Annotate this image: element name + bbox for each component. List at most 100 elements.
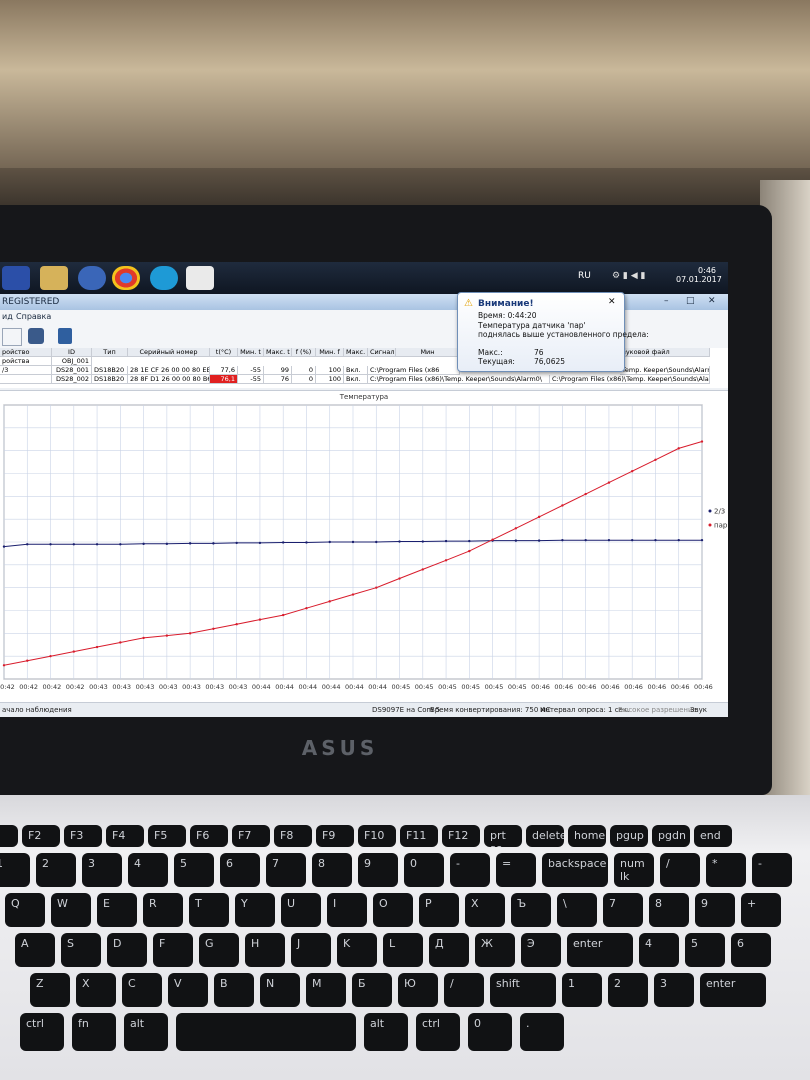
key-9[interactable]: 9 — [358, 853, 398, 887]
key--[interactable]: / — [444, 973, 484, 1007]
key-q[interactable]: Q — [5, 893, 45, 927]
key-f12[interactable]: F12 — [442, 825, 480, 847]
key-d[interactable]: D — [107, 933, 147, 967]
key-k[interactable]: K — [337, 933, 377, 967]
key-6[interactable]: 6 — [220, 853, 260, 887]
key-delete[interactable]: delete — [526, 825, 564, 847]
table-cell[interactable]: Вкл. — [344, 375, 368, 384]
col-max-t[interactable]: Макс. t — [264, 348, 292, 357]
key-shift[interactable]: shift — [490, 973, 556, 1007]
key-g[interactable]: G — [199, 933, 239, 967]
col-min-file[interactable]: Мин — [396, 348, 460, 357]
key-4[interactable]: 4 — [639, 933, 679, 967]
key-7[interactable]: 7 — [266, 853, 306, 887]
key-u[interactable]: U — [281, 893, 321, 927]
key-9[interactable]: 9 — [695, 893, 735, 927]
table-cell[interactable]: 0 — [292, 366, 316, 375]
temp-keeper-icon[interactable] — [186, 266, 214, 290]
col-min-t[interactable]: Мин. t — [238, 348, 264, 357]
key-3[interactable]: 3 — [654, 973, 694, 1007]
key-m[interactable]: M — [306, 973, 346, 1007]
table-cell[interactable]: ройства — [0, 357, 52, 366]
key-2[interactable]: 2 — [608, 973, 648, 1007]
close-button[interactable]: ✕ — [708, 296, 716, 306]
col-min-f[interactable]: Мин. f — [316, 348, 344, 357]
key--[interactable]: / — [660, 853, 700, 887]
key-0[interactable]: 0 — [404, 853, 444, 887]
key-f10[interactable]: F10 — [358, 825, 396, 847]
key-n[interactable]: N — [260, 973, 300, 1007]
key-o[interactable]: O — [373, 893, 413, 927]
clock[interactable]: 0:46 07.01.2017 — [676, 266, 722, 284]
key-8[interactable]: 8 — [312, 853, 352, 887]
key-5[interactable]: 5 — [174, 853, 214, 887]
key-2[interactable]: 2 — [36, 853, 76, 887]
table-cell[interactable]: DS18B20 — [92, 366, 128, 375]
key-7[interactable]: 7 — [603, 893, 643, 927]
key-f2[interactable]: F2 — [22, 825, 60, 847]
key-f3[interactable]: F3 — [64, 825, 102, 847]
media-player-icon[interactable] — [78, 266, 106, 290]
key--[interactable]: = — [496, 853, 536, 887]
col-temp[interactable]: t(°C) — [210, 348, 238, 357]
key-a[interactable]: A — [15, 933, 55, 967]
col-serial[interactable]: Серийный номер — [128, 348, 210, 357]
alert-popup[interactable]: ⚠ Внимание! ✕ Время: 0:44:20 Температура… — [457, 292, 649, 372]
col-max-f[interactable]: Макс. f — [344, 348, 368, 357]
key-e[interactable]: E — [97, 893, 137, 927]
menu-view[interactable]: ид — [2, 312, 13, 321]
minimize-button[interactable]: – — [664, 296, 669, 306]
key-enter[interactable]: enter — [567, 933, 633, 967]
table-cell[interactable]: 99 — [264, 366, 292, 375]
key-4[interactable]: 4 — [128, 853, 168, 887]
menu-help[interactable]: Справка — [16, 312, 51, 321]
col-type[interactable]: Тип — [92, 348, 128, 357]
tray-icons[interactable]: ⚙ ▮ ◀ ▮ — [612, 271, 645, 281]
key-c[interactable]: C — [122, 973, 162, 1007]
key--[interactable]: * — [706, 853, 746, 887]
key-ю[interactable]: Ю — [398, 973, 438, 1007]
key-enter[interactable]: enter — [700, 973, 766, 1007]
col-id[interactable]: ID — [52, 348, 92, 357]
key-э[interactable]: Э — [521, 933, 561, 967]
key-f5[interactable]: F5 — [148, 825, 186, 847]
key-pgdn[interactable]: pgdn — [652, 825, 690, 847]
table-cell[interactable]: Temp. Keeper\Sounds\Alarm0\ — [620, 366, 710, 375]
skype-icon[interactable] — [150, 266, 178, 290]
key-prt-sc[interactable]: prt sc — [484, 825, 522, 847]
table-cell[interactable]: 76 — [264, 375, 292, 384]
key-3[interactable]: 3 — [82, 853, 122, 887]
table-cell[interactable] — [0, 375, 52, 384]
table-cell[interactable]: -55 — [238, 366, 264, 375]
sensor-tool-icon[interactable] — [28, 328, 44, 344]
popup-close-icon[interactable]: ✕ — [608, 297, 616, 307]
key-f6[interactable]: F6 — [190, 825, 228, 847]
table-cell[interactable]: DS28_001 — [52, 366, 92, 375]
key-w[interactable]: W — [51, 893, 91, 927]
key--[interactable]: - — [752, 853, 792, 887]
col-f[interactable]: f (%) — [292, 348, 316, 357]
table-cell[interactable]: DS28_002 — [52, 375, 92, 384]
key-f1[interactable]: F1 — [0, 825, 18, 847]
key-b[interactable]: B — [214, 973, 254, 1007]
key-h[interactable]: H — [245, 933, 285, 967]
table-cell[interactable]: 77,6 — [210, 366, 238, 375]
col-device[interactable]: ройство — [0, 348, 52, 357]
table-cell-alarm[interactable]: 76,1 — [210, 375, 238, 384]
key-ctrl[interactable]: ctrl — [416, 1013, 460, 1051]
key-space[interactable] — [176, 1013, 356, 1051]
key-s[interactable]: S — [61, 933, 101, 967]
col-sound-file[interactable]: вуковой файл — [620, 348, 710, 357]
table-cell[interactable]: 0 — [292, 375, 316, 384]
key--[interactable]: \ — [557, 893, 597, 927]
document-tool-icon[interactable] — [58, 328, 72, 344]
table-cell[interactable]: /3 — [0, 366, 52, 375]
key-1[interactable]: 1 — [562, 973, 602, 1007]
key-б[interactable]: Б — [352, 973, 392, 1007]
table-cell[interactable]: 28 8F D1 26 00 00 80 B6 — [128, 375, 210, 384]
key-home[interactable]: home — [568, 825, 606, 847]
key--[interactable]: . — [520, 1013, 564, 1051]
key-0[interactable]: 0 — [468, 1013, 512, 1051]
key-8[interactable]: 8 — [649, 893, 689, 927]
key-f7[interactable]: F7 — [232, 825, 270, 847]
